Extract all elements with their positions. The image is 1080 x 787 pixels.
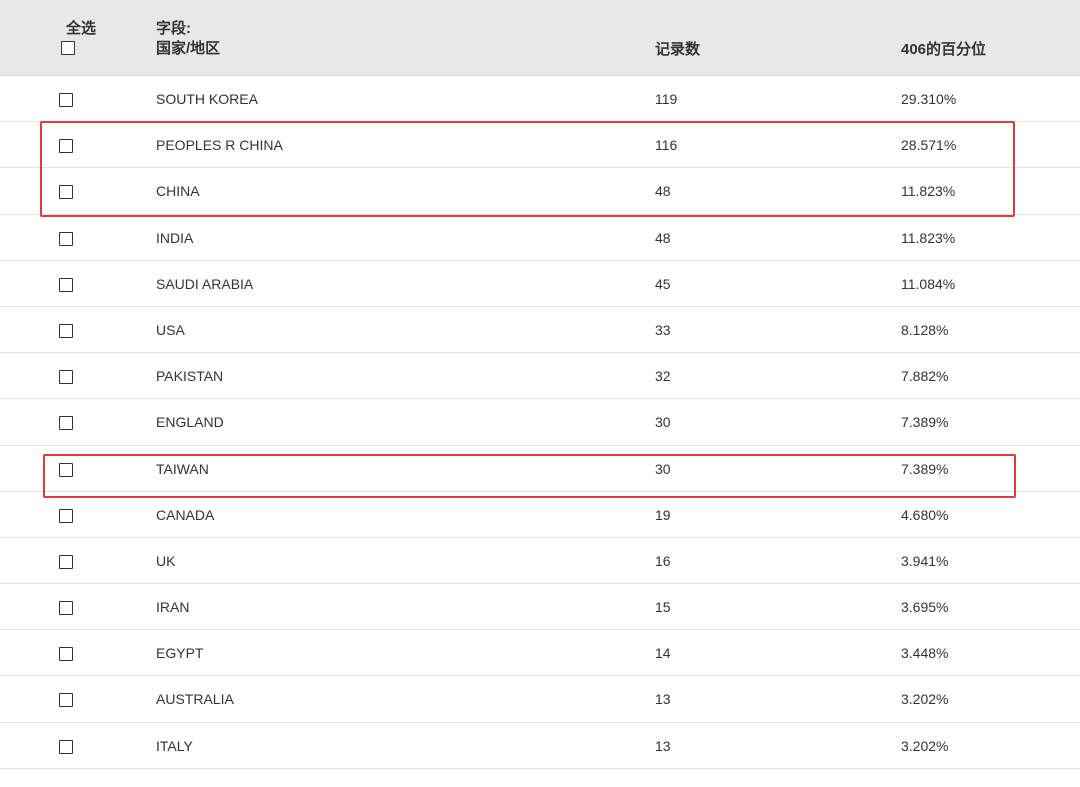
percentage: 11.823%	[901, 183, 956, 200]
row-checkbox[interactable]	[59, 647, 73, 662]
table-row: PAKISTAN 32 7.882%	[0, 353, 1080, 400]
select-all-checkbox[interactable]	[61, 41, 75, 55]
table-row: USA 33 8.128%	[0, 307, 1080, 354]
select-all-label: 全选	[66, 20, 97, 37]
table-row: INDIA 48 11.823%	[0, 215, 1080, 261]
table-row: AUSTRALIA 13 3.202%	[0, 676, 1080, 723]
table-row: ENGLAND 30 7.389%	[0, 399, 1080, 446]
record-count: 45	[655, 275, 671, 292]
country-name: PAKISTAN	[156, 368, 224, 385]
percentage: 7.882%	[901, 368, 949, 385]
row-checkbox[interactable]	[59, 277, 73, 292]
country-region-column-header[interactable]: 国家/地区	[156, 37, 220, 58]
row-checkbox[interactable]	[59, 370, 73, 385]
table-row: SAUDI ARABIA 45 11.084%	[0, 261, 1080, 307]
percentage: 3.202%	[901, 691, 949, 708]
row-checkbox[interactable]	[59, 462, 73, 477]
row-checkbox[interactable]	[59, 554, 73, 569]
country-name: TAIWAN	[156, 460, 209, 477]
row-checkbox[interactable]	[59, 693, 73, 708]
record-count: 33	[655, 321, 671, 338]
country-name: UK	[156, 552, 176, 569]
percentage: 11.823%	[901, 229, 956, 246]
country-name: EGYPT	[156, 645, 204, 662]
percentage: 11.084%	[901, 275, 956, 292]
record-count-column-header[interactable]: 记录数	[655, 38, 700, 59]
percentage: 3.695%	[901, 599, 949, 616]
country-name: ENGLAND	[156, 414, 224, 431]
record-count: 13	[655, 737, 671, 754]
percentage: 29.310%	[901, 91, 957, 107]
record-count: 116	[655, 137, 678, 154]
record-count: 48	[655, 183, 671, 200]
country-name: INDIA	[156, 229, 194, 246]
percentage-column-header[interactable]: 406的百分位	[901, 38, 986, 59]
row-checkbox[interactable]	[59, 601, 73, 616]
record-count: 30	[655, 460, 671, 477]
country-name: IRAN	[156, 599, 190, 616]
percentage: 4.680%	[901, 506, 949, 523]
table-body: SOUTH KOREA 119 29.310% PEOPLES R CHINA …	[0, 76, 1080, 769]
row-checkbox[interactable]	[59, 93, 73, 107]
country-name: SAUDI ARABIA	[156, 275, 254, 292]
row-checkbox[interactable]	[59, 231, 73, 246]
country-name: CANADA	[156, 506, 215, 523]
table-row: UK 16 3.941%	[0, 538, 1080, 585]
percentage: 3.941%	[901, 552, 949, 569]
country-name: ITALY	[156, 737, 193, 754]
country-name: USA	[156, 321, 185, 338]
country-name: CHINA	[156, 183, 200, 200]
table-row: IRAN 15 3.695%	[0, 584, 1080, 631]
table-row: EGYPT 14 3.448%	[0, 630, 1080, 677]
table-header: 全选 字段: 国家/地区 记录数 406的百分位	[0, 0, 1080, 76]
record-count: 14	[655, 645, 671, 662]
table-row: CANADA 19 4.680%	[0, 492, 1080, 538]
country-name: SOUTH KOREA	[156, 91, 258, 107]
row-checkbox[interactable]	[59, 508, 73, 523]
table-row: ITALY 13 3.202%	[0, 723, 1080, 769]
country-name: AUSTRALIA	[156, 691, 234, 708]
row-checkbox[interactable]	[59, 739, 73, 754]
record-count: 15	[655, 599, 671, 616]
results-table: 全选 字段: 国家/地区 记录数 406的百分位 SOUTH KOREA 119…	[0, 0, 1080, 787]
percentage: 3.202%	[901, 737, 949, 754]
row-checkbox[interactable]	[59, 416, 73, 431]
percentage: 8.128%	[901, 321, 949, 338]
row-checkbox[interactable]	[59, 185, 73, 200]
percentage: 7.389%	[901, 414, 949, 431]
record-count: 19	[655, 506, 671, 523]
table-row: TAIWAN 30 7.389%	[0, 446, 1080, 492]
record-count: 119	[655, 91, 678, 107]
row-checkbox[interactable]	[59, 323, 73, 338]
percentage: 3.448%	[901, 645, 949, 662]
record-count: 48	[655, 229, 671, 246]
field-caption: 字段:	[156, 20, 191, 37]
row-checkbox[interactable]	[59, 139, 73, 154]
table-row: SOUTH KOREA 119 29.310%	[0, 76, 1080, 123]
percentage: 7.389%	[901, 460, 949, 477]
table-row: CHINA 48 11.823%	[0, 168, 1080, 215]
record-count: 13	[655, 691, 671, 708]
table-row: PEOPLES R CHINA 116 28.571%	[0, 122, 1080, 169]
record-count: 30	[655, 414, 671, 431]
record-count: 16	[655, 552, 671, 569]
record-count: 32	[655, 368, 671, 385]
country-name: PEOPLES R CHINA	[156, 137, 283, 154]
percentage: 28.571%	[901, 137, 957, 154]
